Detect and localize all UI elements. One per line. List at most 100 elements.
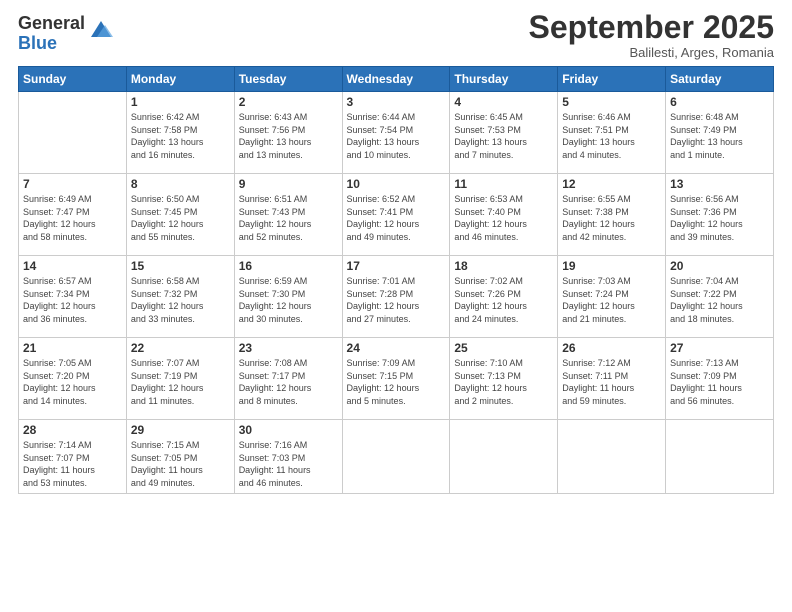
calendar-cell: 22Sunrise: 7:07 AM Sunset: 7:19 PM Dayli… bbox=[126, 338, 234, 420]
page: General Blue September 2025 Balilesti, A… bbox=[0, 0, 792, 612]
weekday-header: Friday bbox=[558, 67, 666, 92]
day-info: Sunrise: 7:09 AM Sunset: 7:15 PM Dayligh… bbox=[347, 357, 446, 407]
weekday-header: Saturday bbox=[666, 67, 774, 92]
day-number: 29 bbox=[131, 423, 230, 437]
calendar-cell: 13Sunrise: 6:56 AM Sunset: 7:36 PM Dayli… bbox=[666, 174, 774, 256]
day-info: Sunrise: 6:43 AM Sunset: 7:56 PM Dayligh… bbox=[239, 111, 338, 161]
calendar-week-row: 28 Sunrise: 7:14 AM Sunset: 7:07 PM Dayli… bbox=[19, 420, 774, 493]
day-info: Sunrise: 7:10 AM Sunset: 7:13 PM Dayligh… bbox=[454, 357, 553, 407]
calendar-cell: 5 Sunrise: 6:46 AM Sunset: 7:51 PM Daylig… bbox=[558, 92, 666, 174]
day-info: Sunrise: 6:42 AM Sunset: 7:58 PM Dayligh… bbox=[131, 111, 230, 161]
day-info: Sunrise: 6:45 AM Sunset: 7:53 PM Dayligh… bbox=[454, 111, 553, 161]
calendar-cell: 18Sunrise: 7:02 AM Sunset: 7:26 PM Dayli… bbox=[450, 256, 558, 338]
day-number: 10 bbox=[347, 177, 446, 191]
weekday-header: Thursday bbox=[450, 67, 558, 92]
day-info: Sunrise: 7:08 AM Sunset: 7:17 PM Dayligh… bbox=[239, 357, 338, 407]
logo-blue: Blue bbox=[18, 34, 85, 54]
calendar-cell: 19 Sunrise: 7:03 AM Sunset: 7:24 PM Dayli… bbox=[558, 256, 666, 338]
calendar-week-row: 21 Sunrise: 7:05 AM Sunset: 7:20 PM Dayli… bbox=[19, 338, 774, 420]
day-number: 18 bbox=[454, 259, 553, 273]
calendar-cell: 15 Sunrise: 6:58 AM Sunset: 7:32 PM Dayli… bbox=[126, 256, 234, 338]
day-info: Sunrise: 7:05 AM Sunset: 7:20 PM Dayligh… bbox=[23, 357, 122, 407]
day-info: Sunrise: 6:44 AM Sunset: 7:54 PM Dayligh… bbox=[347, 111, 446, 161]
day-number: 24 bbox=[347, 341, 446, 355]
calendar-cell bbox=[558, 420, 666, 493]
day-number: 23 bbox=[239, 341, 338, 355]
day-info: Sunrise: 6:59 AM Sunset: 7:30 PM Dayligh… bbox=[239, 275, 338, 325]
day-number: 17 bbox=[347, 259, 446, 273]
weekday-header-row: SundayMondayTuesdayWednesdayThursdayFrid… bbox=[19, 67, 774, 92]
calendar-week-row: 1 Sunrise: 6:42 AM Sunset: 7:58 PM Daylig… bbox=[19, 92, 774, 174]
calendar-cell: 12 Sunrise: 6:55 AM Sunset: 7:38 PM Dayli… bbox=[558, 174, 666, 256]
day-number: 11 bbox=[454, 177, 553, 191]
calendar-cell: 3 Sunrise: 6:44 AM Sunset: 7:54 PM Daylig… bbox=[342, 92, 450, 174]
day-number: 26 bbox=[562, 341, 661, 355]
day-number: 19 bbox=[562, 259, 661, 273]
calendar-cell: 30 Sunrise: 7:16 AM Sunset: 7:03 PM Dayli… bbox=[234, 420, 342, 493]
day-info: Sunrise: 7:14 AM Sunset: 7:07 PM Dayligh… bbox=[23, 439, 122, 489]
day-info: Sunrise: 6:58 AM Sunset: 7:32 PM Dayligh… bbox=[131, 275, 230, 325]
day-info: Sunrise: 7:01 AM Sunset: 7:28 PM Dayligh… bbox=[347, 275, 446, 325]
day-number: 4 bbox=[454, 95, 553, 109]
day-info: Sunrise: 6:57 AM Sunset: 7:34 PM Dayligh… bbox=[23, 275, 122, 325]
day-number: 14 bbox=[23, 259, 122, 273]
calendar-cell: 2Sunrise: 6:43 AM Sunset: 7:56 PM Daylig… bbox=[234, 92, 342, 174]
calendar-cell: 14 Sunrise: 6:57 AM Sunset: 7:34 PM Dayli… bbox=[19, 256, 127, 338]
day-number: 6 bbox=[670, 95, 769, 109]
day-info: Sunrise: 6:46 AM Sunset: 7:51 PM Dayligh… bbox=[562, 111, 661, 161]
calendar-cell: 20 Sunrise: 7:04 AM Sunset: 7:22 PM Dayli… bbox=[666, 256, 774, 338]
day-number: 21 bbox=[23, 341, 122, 355]
calendar-cell: 24 Sunrise: 7:09 AM Sunset: 7:15 PM Dayli… bbox=[342, 338, 450, 420]
calendar-cell bbox=[666, 420, 774, 493]
calendar-cell bbox=[19, 92, 127, 174]
day-info: Sunrise: 7:12 AM Sunset: 7:11 PM Dayligh… bbox=[562, 357, 661, 407]
day-number: 3 bbox=[347, 95, 446, 109]
day-info: Sunrise: 6:52 AM Sunset: 7:41 PM Dayligh… bbox=[347, 193, 446, 243]
calendar-cell: 7Sunrise: 6:49 AM Sunset: 7:47 PM Daylig… bbox=[19, 174, 127, 256]
title-section: September 2025 Balilesti, Arges, Romania bbox=[529, 10, 774, 60]
day-info: Sunrise: 6:51 AM Sunset: 7:43 PM Dayligh… bbox=[239, 193, 338, 243]
calendar-cell: 21 Sunrise: 7:05 AM Sunset: 7:20 PM Dayli… bbox=[19, 338, 127, 420]
day-number: 16 bbox=[239, 259, 338, 273]
logo-general: General bbox=[18, 14, 85, 34]
day-number: 22 bbox=[131, 341, 230, 355]
calendar-cell: 27 Sunrise: 7:13 AM Sunset: 7:09 PM Dayli… bbox=[666, 338, 774, 420]
calendar-week-row: 14 Sunrise: 6:57 AM Sunset: 7:34 PM Dayli… bbox=[19, 256, 774, 338]
day-number: 12 bbox=[562, 177, 661, 191]
logo: General Blue bbox=[18, 14, 115, 54]
header: General Blue September 2025 Balilesti, A… bbox=[18, 10, 774, 60]
weekday-header: Wednesday bbox=[342, 67, 450, 92]
day-info: Sunrise: 7:03 AM Sunset: 7:24 PM Dayligh… bbox=[562, 275, 661, 325]
day-number: 15 bbox=[131, 259, 230, 273]
calendar-cell: 29 Sunrise: 7:15 AM Sunset: 7:05 PM Dayli… bbox=[126, 420, 234, 493]
weekday-header: Tuesday bbox=[234, 67, 342, 92]
calendar-cell: 10 Sunrise: 6:52 AM Sunset: 7:41 PM Dayli… bbox=[342, 174, 450, 256]
weekday-header: Sunday bbox=[19, 67, 127, 92]
calendar-cell: 4 Sunrise: 6:45 AM Sunset: 7:53 PM Daylig… bbox=[450, 92, 558, 174]
calendar-cell: 25 Sunrise: 7:10 AM Sunset: 7:13 PM Dayli… bbox=[450, 338, 558, 420]
day-info: Sunrise: 7:16 AM Sunset: 7:03 PM Dayligh… bbox=[239, 439, 338, 489]
day-info: Sunrise: 6:56 AM Sunset: 7:36 PM Dayligh… bbox=[670, 193, 769, 243]
day-number: 27 bbox=[670, 341, 769, 355]
day-number: 1 bbox=[131, 95, 230, 109]
calendar-cell: 16 Sunrise: 6:59 AM Sunset: 7:30 PM Dayli… bbox=[234, 256, 342, 338]
calendar-cell: 23 Sunrise: 7:08 AM Sunset: 7:17 PM Dayli… bbox=[234, 338, 342, 420]
day-number: 30 bbox=[239, 423, 338, 437]
day-info: Sunrise: 6:50 AM Sunset: 7:45 PM Dayligh… bbox=[131, 193, 230, 243]
day-info: Sunrise: 7:15 AM Sunset: 7:05 PM Dayligh… bbox=[131, 439, 230, 489]
day-info: Sunrise: 7:04 AM Sunset: 7:22 PM Dayligh… bbox=[670, 275, 769, 325]
day-number: 5 bbox=[562, 95, 661, 109]
day-info: Sunrise: 6:55 AM Sunset: 7:38 PM Dayligh… bbox=[562, 193, 661, 243]
calendar-cell: 8Sunrise: 6:50 AM Sunset: 7:45 PM Daylig… bbox=[126, 174, 234, 256]
day-number: 7 bbox=[23, 177, 122, 191]
day-number: 20 bbox=[670, 259, 769, 273]
logo-icon bbox=[87, 15, 115, 43]
calendar: SundayMondayTuesdayWednesdayThursdayFrid… bbox=[18, 66, 774, 493]
calendar-cell: 26 Sunrise: 7:12 AM Sunset: 7:11 PM Dayli… bbox=[558, 338, 666, 420]
day-number: 25 bbox=[454, 341, 553, 355]
calendar-cell bbox=[450, 420, 558, 493]
day-number: 9 bbox=[239, 177, 338, 191]
day-info: Sunrise: 7:13 AM Sunset: 7:09 PM Dayligh… bbox=[670, 357, 769, 407]
day-number: 28 bbox=[23, 423, 122, 437]
month-title: September 2025 bbox=[529, 10, 774, 45]
